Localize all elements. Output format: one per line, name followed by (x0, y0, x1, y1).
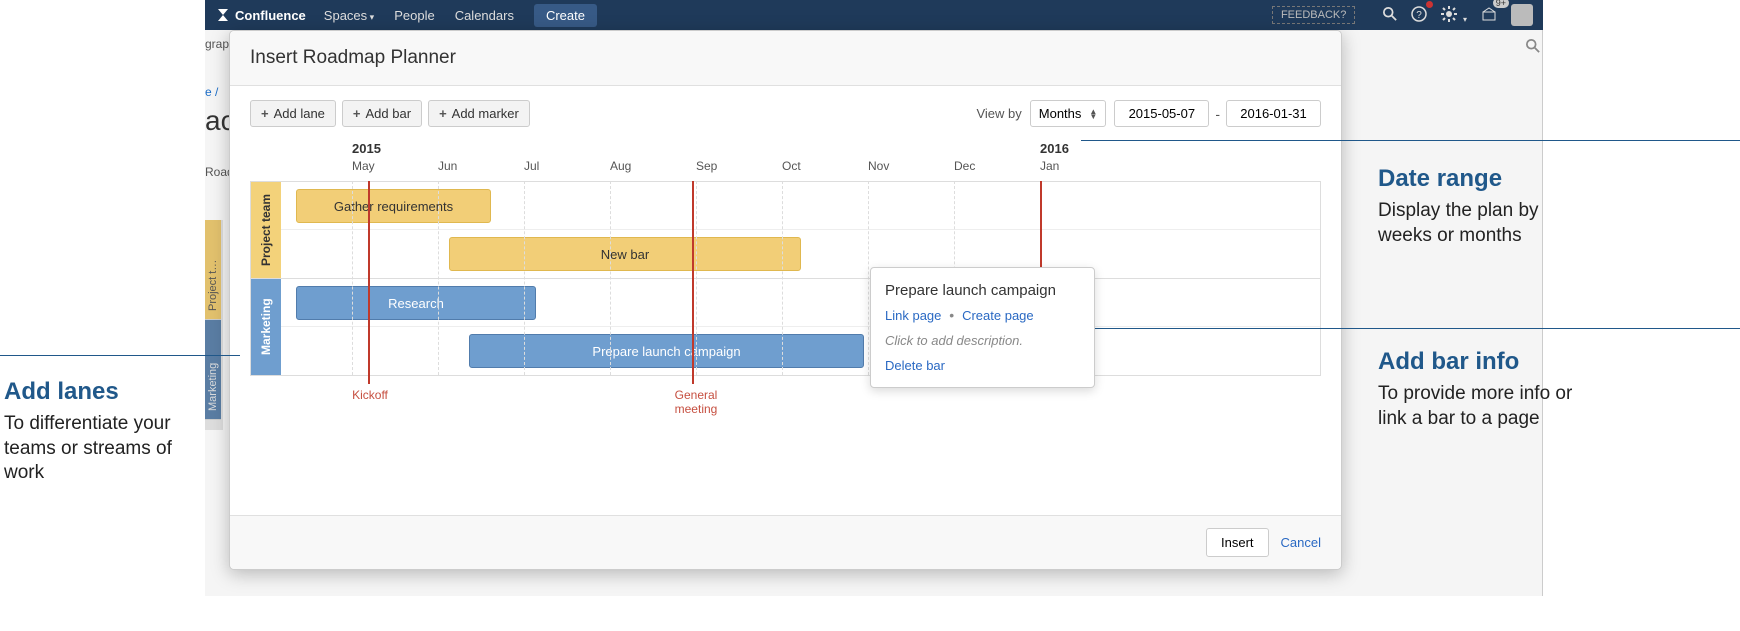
date-dash: - (1215, 106, 1220, 122)
marker-kickoff-label: Kickoff (350, 388, 390, 402)
annotation-barinfo-title: Add bar info (1378, 348, 1578, 376)
lane-marketing: Marketing Research Prepare launch campai… (251, 279, 1320, 375)
cancel-button[interactable]: Cancel (1281, 535, 1321, 550)
search-icon[interactable] (1383, 7, 1397, 24)
date-from-input[interactable] (1114, 100, 1209, 127)
bar-prepare-launch[interactable]: Prepare launch campaign (469, 334, 864, 368)
annotation-lanes: Add lanes To differentiate your teams or… (4, 378, 194, 486)
month-aug: Aug (610, 159, 631, 173)
ghost-vtab-marketing: Marketing (205, 320, 221, 420)
popover-description[interactable]: Click to add description. (885, 333, 1080, 348)
add-marker-label: Add marker (452, 106, 519, 121)
modal-footer: Insert Cancel (230, 515, 1341, 569)
view-by-select[interactable]: Months ▲▼ (1030, 100, 1107, 127)
select-caret-icon: ▲▼ (1089, 109, 1097, 119)
marker-meeting-line[interactable] (692, 181, 694, 384)
add-lane-button[interactable]: +Add lane (250, 100, 336, 127)
lanes-container: Project team Gather requirements New bar… (250, 181, 1321, 376)
settings-icon[interactable]: ▾ (1441, 6, 1467, 25)
month-nov: Nov (868, 159, 889, 173)
month-dec: Dec (954, 159, 975, 173)
annotation-lanes-line (0, 355, 240, 356)
lane-header-project[interactable]: Project team (251, 182, 281, 278)
add-bar-button[interactable]: +Add bar (342, 100, 422, 127)
svg-text:?: ? (1417, 10, 1423, 21)
annotation-barinfo-line (1066, 328, 1740, 329)
breadcrumb: e / (205, 85, 218, 99)
roadmap-modal: Insert Roadmap Planner +Add lane +Add ba… (229, 30, 1342, 570)
annotation-daterange-text: Display the plan by weeks or months (1378, 199, 1578, 248)
marker-kickoff-line[interactable] (368, 181, 370, 384)
annotation-lanes-text: To differentiate your teams or streams o… (4, 412, 194, 486)
view-by-label: View by (976, 106, 1021, 121)
year-label-2015: 2015 (352, 141, 381, 156)
month-jun: Jun (438, 159, 457, 173)
marker-meeting-label: General meeting (668, 388, 724, 416)
bar-gather-requirements[interactable]: Gather requirements (296, 189, 491, 223)
nav-calendars[interactable]: Calendars (455, 8, 514, 23)
help-icon[interactable]: ? (1411, 6, 1427, 25)
year-label-2016: 2016 (1040, 141, 1069, 156)
notifications-icon[interactable]: 9+ (1481, 6, 1497, 25)
annotation-daterange-line (1081, 140, 1740, 141)
modal-toolbar: +Add lane +Add bar +Add marker View by M… (230, 86, 1341, 141)
annotation-lanes-title: Add lanes (4, 378, 194, 406)
add-marker-button[interactable]: +Add marker (428, 100, 530, 127)
date-to-input[interactable] (1226, 100, 1321, 127)
top-nav: Confluence Spaces People Calendars Creat… (205, 0, 1543, 30)
month-sep: Sep (696, 159, 717, 173)
time-axis: 2015 2016 May Jun Jul Aug Sep Oct Nov De… (280, 141, 1321, 179)
popover-title: Prepare launch campaign (885, 282, 1080, 299)
lane-project-team: Project team Gather requirements New bar (251, 182, 1320, 279)
add-bar-label: Add bar (366, 106, 412, 121)
ghost-grap: grap (205, 37, 229, 51)
nav-create-button[interactable]: Create (534, 4, 597, 27)
secondary-search-icon[interactable] (1526, 39, 1540, 56)
brand-logo[interactable]: Confluence (215, 7, 306, 23)
user-avatar[interactable] (1511, 4, 1533, 26)
month-jul: Jul (524, 159, 539, 173)
nav-spaces[interactable]: Spaces (324, 8, 374, 23)
feedback-button[interactable]: FEEDBACK? (1272, 6, 1355, 24)
ghost-vtab-project: Project t… (205, 220, 221, 320)
popover-create-page[interactable]: Create page (962, 308, 1034, 323)
bar-research[interactable]: Research (296, 286, 536, 320)
brand-text: Confluence (235, 8, 306, 23)
add-lane-label: Add lane (274, 106, 325, 121)
lane-header-marketing[interactable]: Marketing (251, 279, 281, 375)
annotation-barinfo: Add bar info To provide more info or lin… (1378, 348, 1578, 431)
annotation-daterange: Date range Display the plan by weeks or … (1378, 165, 1578, 248)
modal-title: Insert Roadmap Planner (230, 31, 1341, 86)
popover-delete-bar[interactable]: Delete bar (885, 358, 1080, 373)
view-by-value: Months (1039, 106, 1082, 121)
popover-link-page[interactable]: Link page (885, 308, 941, 323)
notif-count: 9+ (1493, 0, 1509, 8)
month-jan: Jan (1040, 159, 1059, 173)
popover-separator: • (949, 307, 954, 323)
planner-canvas: 2015 2016 May Jun Jul Aug Sep Oct Nov De… (250, 141, 1321, 505)
annotation-daterange-title: Date range (1378, 165, 1578, 193)
annotation-barinfo-text: To provide more info or link a bar to a … (1378, 382, 1578, 431)
month-may: May (352, 159, 375, 173)
month-oct: Oct (782, 159, 801, 173)
bar-new-bar[interactable]: New bar (449, 237, 801, 271)
bar-popover: Prepare launch campaign Link page • Crea… (870, 267, 1095, 388)
nav-people[interactable]: People (394, 8, 434, 23)
insert-button[interactable]: Insert (1206, 528, 1269, 557)
